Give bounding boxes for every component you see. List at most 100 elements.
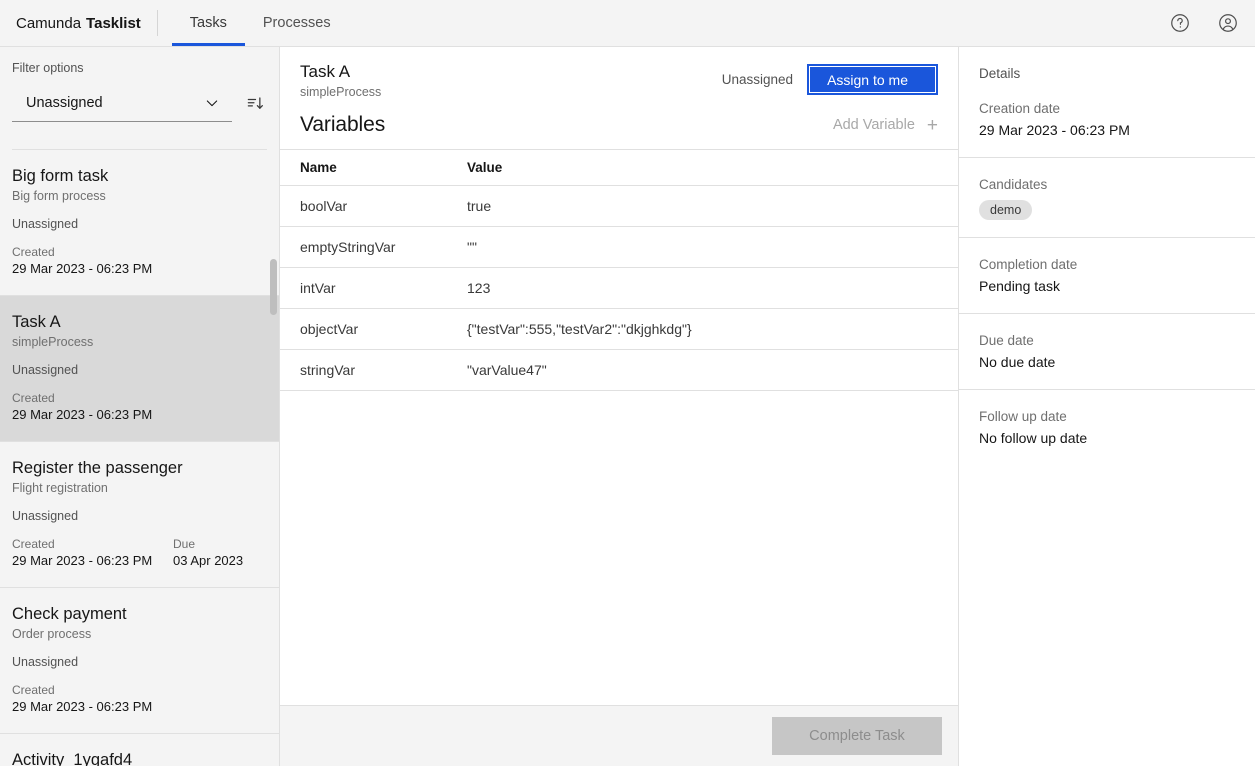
task-created-col: Created 29 Mar 2023 - 06:23 PM [12,682,173,715]
task-created-value: 29 Mar 2023 - 06:23 PM [12,407,173,423]
detail-value: Pending task [979,276,1235,296]
task-created-label: Created [12,536,173,552]
task-created-value: 29 Mar 2023 - 06:23 PM [12,553,173,569]
task-items-container: Big form task Big form process Unassigne… [0,150,279,766]
task-due-value: 03 Apr 2023 [173,553,243,569]
add-variable-button[interactable]: Add Variable + [833,116,938,135]
task-created-value: 29 Mar 2023 - 06:23 PM [12,699,173,715]
task-created-col: Created 29 Mar 2023 - 06:23 PM [12,536,173,569]
task-detail-header: Task A simpleProcess Unassigned Assign t… [280,47,958,99]
task-assignee: Unassigned [12,509,263,523]
assign-to-me-button[interactable]: Assign to me [807,64,938,95]
task-assignee: Unassigned [12,217,263,231]
task-list-item[interactable]: Check payment Order process Unassigned C… [0,588,279,734]
add-variable-label: Add Variable [833,117,915,133]
brand-product: Tasklist [86,15,141,32]
table-row[interactable]: objectVar {"testVar":555,"testVar2":"dkj… [280,309,958,350]
candidate-badge: demo [979,200,1032,220]
variables-empty-space [280,391,958,705]
task-list-item[interactable]: Register the passenger Flight registrati… [0,442,279,588]
details-block-creation-date: Creation date 29 Mar 2023 - 06:23 PM [959,81,1255,158]
app-body: Filter options Unassigned [0,47,1255,766]
app-brand: Camunda Tasklist [0,0,157,46]
detail-label: Candidates [979,176,1235,194]
detail-label: Creation date [979,100,1235,118]
variables-table-body: boolVar true emptyStringVar "" intVar 12… [280,186,958,391]
filter-select[interactable]: Unassigned [12,84,232,122]
chevron-down-icon [204,95,220,111]
task-process: simpleProcess [12,335,263,349]
plus-icon: + [927,116,938,135]
task-assignee: Unassigned [12,363,263,377]
details-block-completion-date: Completion date Pending task [959,238,1255,314]
task-detail-title-group: Task A simpleProcess [300,61,722,99]
variables-title: Variables [300,113,385,137]
table-row[interactable]: boolVar true [280,186,958,227]
task-detail-card: Task A simpleProcess Unassigned Assign t… [280,47,958,706]
scrollbar-thumb[interactable] [270,259,277,315]
task-created-value: 29 Mar 2023 - 06:23 PM [12,261,173,277]
nav-tab-processes[interactable]: Processes [245,0,349,46]
filter-select-value: Unassigned [26,95,204,111]
tasklist-app: Camunda Tasklist Tasks Processes [0,0,1255,766]
task-assignee: Unassigned [12,655,263,669]
task-detail-panel: Task A simpleProcess Unassigned Assign t… [280,47,959,766]
task-created-col: Created 29 Mar 2023 - 06:23 PM [12,390,173,423]
filter-row: Unassigned [12,84,267,122]
detail-value: No due date [979,352,1235,372]
variable-name: objectVar [280,309,467,350]
details-panel-title: Details [959,47,1255,81]
task-process: Big form process [12,189,263,203]
variables-header: Variables Add Variable + [280,99,958,149]
task-list-item[interactable]: Big form task Big form process Unassigne… [0,150,279,296]
task-list-panel: Filter options Unassigned [0,47,280,766]
complete-task-button[interactable]: Complete Task [772,717,942,755]
task-name: Register the passenger [12,458,263,478]
filter-area: Filter options Unassigned [0,47,279,150]
nav-tab-processes-label: Processes [263,15,331,31]
task-due-col: Due 03 Apr 2023 [173,536,243,569]
task-dates: Created 29 Mar 2023 - 06:23 PM Due 03 Ap… [12,536,263,569]
task-process: Flight registration [12,481,263,495]
task-detail-footer: Complete Task [280,706,958,766]
task-list-item-selected[interactable]: Task A simpleProcess Unassigned Created … [0,296,279,442]
task-name: Big form task [12,166,263,186]
assignment-area: Unassigned Assign to me [722,61,938,95]
task-list-scrollbar[interactable] [270,150,277,766]
user-avatar-icon[interactable] [1215,10,1241,36]
page-title: Task A [300,61,722,82]
nav-tab-tasks[interactable]: Tasks [172,0,245,46]
nav-tab-tasks-label: Tasks [190,15,227,31]
task-created-col: Created 29 Mar 2023 - 06:23 PM [12,244,173,277]
sort-descending-icon[interactable] [244,92,266,114]
details-block-due-date: Due date No due date [959,314,1255,390]
header-actions [1167,0,1255,46]
task-created-label: Created [12,390,173,406]
task-created-label: Created [12,244,173,260]
filter-options-label: Filter options [12,61,267,75]
detail-label: Completion date [979,256,1235,274]
task-dates: Created 29 Mar 2023 - 06:23 PM [12,244,263,277]
column-header-value: Value [467,150,958,186]
variable-value: "varValue47" [467,350,958,391]
variable-name: boolVar [280,186,467,227]
table-row[interactable]: emptyStringVar "" [280,227,958,268]
task-created-label: Created [12,682,173,698]
table-header-row: Name Value [280,150,958,186]
assignment-status: Unassigned [722,72,793,87]
task-name: Task A [12,312,263,332]
table-row[interactable]: stringVar "varValue47" [280,350,958,391]
brand-name: Camunda [16,15,81,32]
header-divider [157,10,158,36]
help-circle-icon[interactable] [1167,10,1193,36]
task-list-item[interactable]: Activity_1ygafd4 TwoUserTasks [0,734,279,766]
column-header-name: Name [280,150,467,186]
task-dates: Created 29 Mar 2023 - 06:23 PM [12,390,263,423]
table-row[interactable]: intVar 123 [280,268,958,309]
variable-value: 123 [467,268,958,309]
task-name: Check payment [12,604,263,624]
variables-table: Name Value boolVar true emptyStringVar "… [280,149,958,391]
variable-value: {"testVar":555,"testVar2":"dkjghkdg"} [467,309,958,350]
variable-name: intVar [280,268,467,309]
details-block-follow-up-date: Follow up date No follow up date [959,390,1255,465]
